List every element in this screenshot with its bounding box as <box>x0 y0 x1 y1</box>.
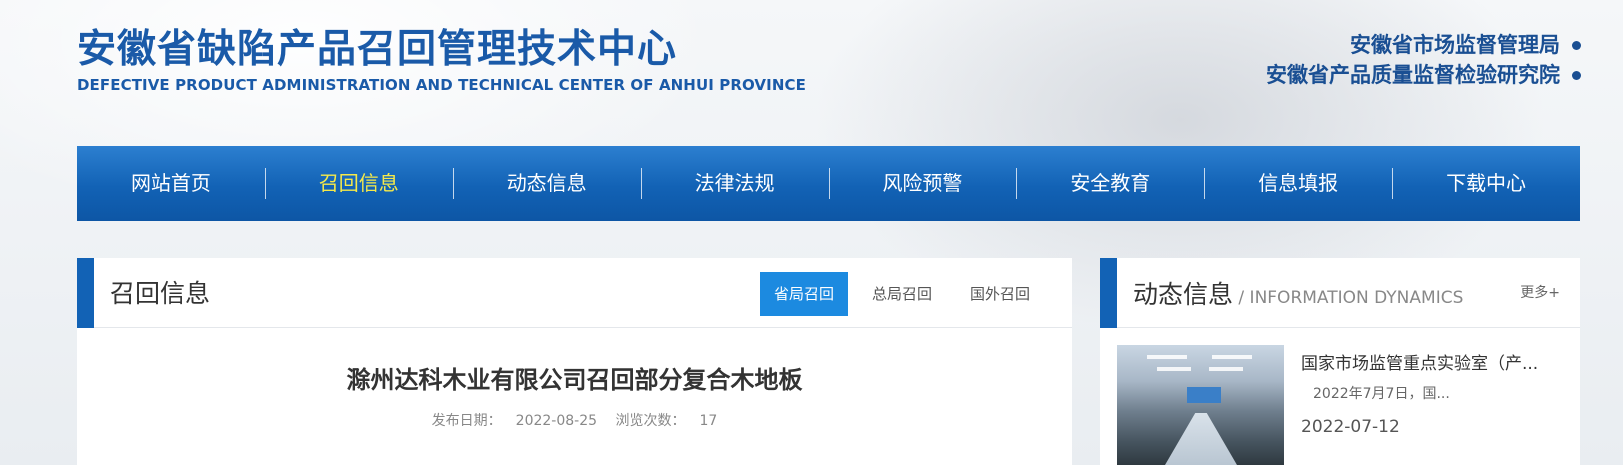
org-link-quality-inspection[interactable]: 安徽省产品质量监督检验研究院 <box>1266 60 1581 90</box>
bullet-icon <box>1572 70 1581 80</box>
recall-info-panel: 召回信息 省局召回 总局召回 国外召回 滁州达科木业有限公司召回部分复合木地板 … <box>77 258 1072 465</box>
ceiling-light-shape <box>1147 355 1187 359</box>
ceiling-light-shape <box>1212 355 1252 359</box>
recall-tabs: 省局召回 总局召回 国外召回 <box>750 272 1044 316</box>
affiliated-orgs: 安徽省市场监督管理局 安徽省产品质量监督检验研究院 <box>1266 30 1581 90</box>
site-header: 安徽省缺陷产品召回管理技术中心 DEFECTIVE PRODUCT ADMINI… <box>0 0 1623 140</box>
org-label: 安徽省产品质量监督检验研究院 <box>1266 63 1560 87</box>
tab-foreign-recall[interactable]: 国外召回 <box>956 272 1044 316</box>
panel-title: 召回信息 <box>110 279 211 308</box>
org-link-market-supervision[interactable]: 安徽省市场监督管理局 <box>1266 30 1581 60</box>
nav-item-dynamics[interactable]: 动态信息 <box>452 146 641 221</box>
bullet-icon <box>1572 40 1581 50</box>
tab-national-recall[interactable]: 总局召回 <box>858 272 946 316</box>
article-meta: 发布日期： 2022-08-25 浏览次数： 17 <box>77 410 1072 430</box>
main-nav: 网站首页 召回信息 动态信息 法律法规 风险预警 安全教育 信息填报 下载中心 <box>77 146 1580 221</box>
site-logo-subtitle: DEFECTIVE PRODUCT ADMINISTRATION AND TEC… <box>77 76 806 94</box>
news-summary: 2022年7月7日，国... <box>1313 386 1450 402</box>
nav-item-home[interactable]: 网站首页 <box>77 146 265 221</box>
tab-provincial-recall[interactable]: 省局召回 <box>759 272 848 316</box>
article-title: 滁州达科木业有限公司召回部分复合木地板 <box>346 366 803 394</box>
publish-date-value: 2022-08-25 <box>515 413 598 429</box>
screen-shape <box>1187 387 1221 403</box>
more-link[interactable]: 更多+ <box>1520 282 1560 302</box>
side-panel-title: 动态信息 / INFORMATION DYNAMICS <box>1133 275 1463 311</box>
ceiling-light-shape <box>1157 367 1191 371</box>
news-title[interactable]: 国家市场监管重点实验室（产... <box>1301 349 1538 374</box>
header-accent-bar <box>77 258 94 328</box>
news-date: 2022-07-12 <box>1301 417 1400 437</box>
ceiling-light-shape <box>1209 367 1243 371</box>
dynamics-panel: 动态信息 / INFORMATION DYNAMICS 更多+ 国家市场监管重点… <box>1100 258 1580 465</box>
nav-item-safety-education[interactable]: 安全教育 <box>1016 146 1204 221</box>
news-thumbnail[interactable] <box>1117 345 1284 465</box>
publish-date: 发布日期： 2022-08-25 <box>432 413 602 429</box>
nav-item-recall-info[interactable]: 召回信息 <box>264 146 453 221</box>
view-count-label: 浏览次数： <box>615 413 686 429</box>
header-accent-bar <box>1100 258 1117 328</box>
site-logo-title[interactable]: 安徽省缺陷产品召回管理技术中心 <box>77 18 677 74</box>
nav-item-risk-warning[interactable]: 风险预警 <box>828 146 1017 221</box>
nav-item-downloads[interactable]: 下载中心 <box>1392 146 1580 221</box>
news-item[interactable]: 国家市场监管重点实验室（产... 2022年7月7日，国... 2022-07-… <box>1117 345 1567 465</box>
side-title-en: / INFORMATION DYNAMICS <box>1233 288 1464 308</box>
nav-item-laws[interactable]: 法律法规 <box>640 146 829 221</box>
nav-item-info-report[interactable]: 信息填报 <box>1204 146 1392 221</box>
panel-header: 召回信息 省局召回 总局召回 国外召回 <box>77 258 1072 328</box>
view-count: 浏览次数： 17 <box>616 413 718 429</box>
table-shape <box>1165 413 1237 465</box>
org-label: 安徽省市场监督管理局 <box>1350 33 1560 57</box>
view-count-value: 17 <box>699 413 718 429</box>
side-panel-header: 动态信息 / INFORMATION DYNAMICS 更多+ <box>1100 258 1580 328</box>
publish-date-label: 发布日期： <box>431 413 502 429</box>
side-title-cn: 动态信息 <box>1133 280 1234 309</box>
